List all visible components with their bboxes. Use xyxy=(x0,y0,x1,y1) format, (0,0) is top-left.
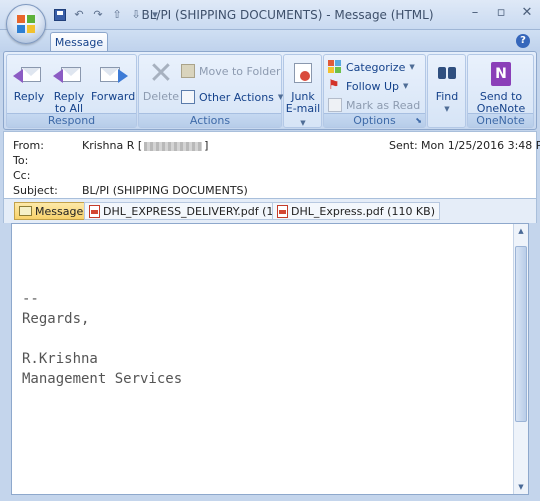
mark-as-read-button[interactable]: Mark as Read xyxy=(328,96,420,114)
ribbon-tab-row: Message ? xyxy=(0,30,540,52)
pdf-icon xyxy=(89,204,100,218)
group-label-onenote: OneNote xyxy=(468,113,533,127)
group-label-options: Options ⬊ xyxy=(324,113,425,127)
flag-icon: ⚑ xyxy=(328,78,340,93)
body-text: -- Regards, ​ R.Krishna Management Services xyxy=(22,289,182,389)
office-button[interactable] xyxy=(6,4,46,44)
reply-all-button[interactable]: Reply to All xyxy=(51,57,87,115)
group-find: Find ▼ xyxy=(427,54,466,128)
message-icon xyxy=(19,206,32,216)
attachments-bar: Message DHL_EXPRESS_DELIVERY.pdf (189 KB… xyxy=(3,199,537,223)
binoculars-icon xyxy=(431,59,463,89)
group-actions: ✕ Delete Move to Folder ▼ Other Actions … xyxy=(138,54,290,128)
blank-line: ​ xyxy=(22,329,182,349)
cc-label: Cc: xyxy=(13,169,31,182)
title-bar: ↶ ↷ ⇧ ⇩ ▾ BL/PI (SHIPPING DOCUMENTS) - M… xyxy=(0,0,540,30)
subject-value: BL/PI (SHIPPING DOCUMENTS) xyxy=(82,184,248,197)
forward-icon xyxy=(96,59,128,89)
sent-value: Mon 1/25/2016 3:48 PM xyxy=(421,139,540,152)
attachment-message[interactable]: Message xyxy=(14,202,89,220)
group-options: Categorize ▼ ⚑ Follow Up ▼ Mark as Read … xyxy=(323,54,426,128)
chevron-down-icon: ▼ xyxy=(409,63,415,71)
window-controls: – ▫ ✕ xyxy=(466,5,536,21)
pdf-icon xyxy=(277,204,288,218)
follow-up-button[interactable]: ⚑ Follow Up ▼ xyxy=(328,77,408,95)
message-header: From: Krishna R [] Sent: Mon 1/25/2016 3… xyxy=(3,131,540,199)
forward-button[interactable]: Forward xyxy=(91,57,135,103)
other-actions-icon xyxy=(181,90,195,104)
to-label: To: xyxy=(13,154,29,167)
group-label-actions: Actions xyxy=(139,113,281,127)
tab-message[interactable]: Message xyxy=(50,32,108,52)
sender-name-line: R.Krishna xyxy=(22,351,98,367)
help-icon[interactable]: ? xyxy=(516,34,530,48)
message-body[interactable]: --Regards,​R.KrishnaManagement Services … xyxy=(11,223,529,495)
group-junk: Junk E-mail ▼ xyxy=(283,54,322,128)
attachment-dhl-express[interactable]: DHL_Express.pdf (110 KB) xyxy=(272,202,440,220)
from-value[interactable]: Krishna R [] xyxy=(82,139,208,152)
chevron-down-icon: ▼ xyxy=(444,105,450,113)
dialog-launcher-icon[interactable]: ⬊ xyxy=(415,114,422,128)
find-button[interactable]: Find ▼ xyxy=(429,57,465,115)
send-to-onenote-button[interactable]: N Send to OneNote xyxy=(472,57,530,115)
redacted-email xyxy=(144,141,203,151)
minimize-button[interactable]: – xyxy=(466,5,484,21)
department-line: Management Services xyxy=(22,371,183,387)
categorize-icon xyxy=(328,60,342,74)
group-respond: Reply Reply to All Forward Respond xyxy=(6,54,137,128)
move-to-folder-button[interactable]: Move to Folder ▼ xyxy=(181,62,290,80)
sent-label: Sent: xyxy=(389,139,418,152)
onenote-icon: N xyxy=(485,59,517,89)
window-title: BL/PI (SHIPPING DOCUMENTS) - Message (HT… xyxy=(141,8,434,22)
reply-all-icon xyxy=(53,59,85,89)
scroll-up-icon[interactable]: ▲ xyxy=(515,226,527,236)
scrollbar-thumb[interactable] xyxy=(515,246,527,422)
scroll-down-icon[interactable]: ▼ xyxy=(515,482,527,492)
junk-email-icon xyxy=(287,59,319,89)
close-button[interactable]: ✕ xyxy=(518,5,536,21)
categorize-button[interactable]: Categorize ▼ xyxy=(328,58,415,76)
mark-as-read-icon xyxy=(328,98,342,112)
group-label-respond: Respond xyxy=(7,113,136,127)
ribbon: Reply Reply to All Forward Respond ✕ Del… xyxy=(3,51,537,130)
junk-email-button[interactable]: Junk E-mail ▼ xyxy=(285,57,321,129)
office-logo-icon xyxy=(17,15,36,34)
maximize-button[interactable]: ▫ xyxy=(492,5,510,21)
group-onenote: N Send to OneNote OneNote xyxy=(467,54,534,128)
chevron-down-icon: ▼ xyxy=(403,82,409,90)
signature-separator: -- xyxy=(22,291,39,307)
chevron-down-icon: ▼ xyxy=(300,119,306,127)
from-label: From: xyxy=(13,139,44,152)
delete-button[interactable]: ✕ Delete xyxy=(142,57,180,103)
regards-line: Regards, xyxy=(22,311,90,327)
delete-icon: ✕ xyxy=(148,56,174,91)
folder-icon xyxy=(181,64,195,78)
subject-label: Subject: xyxy=(13,184,58,197)
sent-row: Sent: Mon 1/25/2016 3:48 PM xyxy=(389,139,540,152)
reply-icon xyxy=(13,59,45,89)
other-actions-button[interactable]: Other Actions ▼ xyxy=(181,88,283,106)
reply-button[interactable]: Reply xyxy=(11,57,47,103)
vertical-scrollbar[interactable]: ▲ ▼ xyxy=(513,224,528,494)
